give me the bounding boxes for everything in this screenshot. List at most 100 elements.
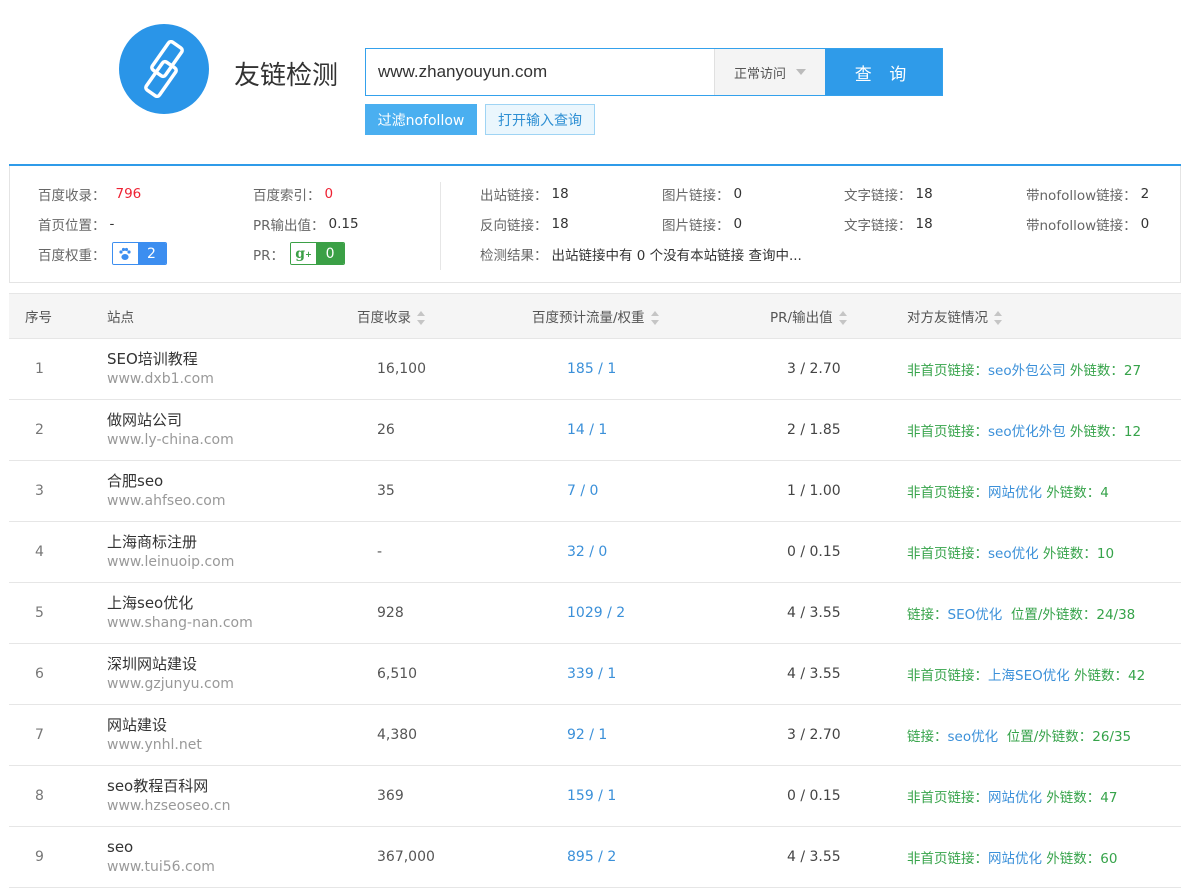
site-url[interactable]: www.tui56.com: [107, 857, 347, 877]
flow-cell[interactable]: 1029 / 2: [527, 583, 757, 644]
site-url[interactable]: www.dxb1.com: [107, 369, 347, 389]
row-index: 3: [35, 483, 44, 499]
friend-status-prefix: 非首页链接：: [907, 485, 988, 501]
site-url[interactable]: www.ly-china.com: [107, 430, 347, 450]
divider: [440, 182, 441, 270]
baidu-weight-badge[interactable]: 2: [111, 242, 167, 265]
sort-icon[interactable]: [838, 311, 847, 325]
filter-nofollow-button[interactable]: 过滤nofollow: [365, 104, 477, 135]
pr-cell: 3 / 2.70: [787, 361, 841, 377]
stat-label: 首页位置：: [38, 218, 106, 234]
site-name[interactable]: 深圳网站建设: [107, 654, 347, 674]
site-url[interactable]: www.ahfseo.com: [107, 491, 347, 511]
flow-cell[interactable]: 92 / 1: [527, 705, 757, 766]
table-row: 2 做网站公司 www.ly-china.com 26 14 / 1 2 / 1.85 非首…: [9, 400, 1181, 461]
open-input-query-button[interactable]: 打开输入查询: [485, 104, 595, 135]
stat-value: 18: [915, 216, 933, 232]
anchor-text-link[interactable]: seo优化: [948, 729, 999, 745]
site-cell: 上海商标注册 www.leinuoip.com: [107, 522, 347, 583]
friend-status-prefix: 非首页链接：: [907, 424, 988, 440]
col-pr[interactable]: PR/输出值: [757, 294, 907, 339]
friend-status-cell: 非首页链接：seo外包公司 外链数：27: [907, 339, 1181, 400]
anchor-text-link[interactable]: 网站优化: [988, 790, 1042, 806]
anchor-text-link[interactable]: seo优化外包: [988, 424, 1066, 440]
row-index: 5: [35, 605, 44, 621]
flow-cell[interactable]: 339 / 1: [527, 644, 757, 705]
sort-icon[interactable]: [417, 311, 425, 325]
anchor-text-link[interactable]: seo外包公司: [988, 363, 1066, 379]
paw-icon: [112, 243, 138, 264]
baidu-record-cell: 16,100: [377, 361, 426, 377]
chevron-down-icon: [796, 69, 806, 75]
friend-status-prefix: 非首页链接：: [907, 363, 988, 379]
flow-cell[interactable]: 14 / 1: [527, 400, 757, 461]
site-name[interactable]: 做网站公司: [107, 410, 347, 430]
google-plus-icon: g +: [291, 243, 317, 264]
link-chain-icon: [144, 40, 184, 98]
anchor-text-link[interactable]: SEO优化: [948, 607, 1003, 623]
stat-outbound: 出站链接： 18: [480, 184, 569, 204]
site-name[interactable]: 合肥seo: [107, 471, 347, 491]
flow-cell[interactable]: 32 / 0: [527, 522, 757, 583]
flow-cell[interactable]: 159 / 1: [527, 766, 757, 827]
friend-status-cell: 非首页链接：seo优化外包 外链数：12: [907, 400, 1181, 461]
stat-label: 图片链接：: [662, 188, 730, 204]
stat-baidu-index: 百度索引： 0: [253, 184, 333, 204]
col-friend-status[interactable]: 对方友链情况: [907, 294, 1181, 339]
baidu-record-cell: 26: [377, 422, 395, 438]
friend-status-cell: 非首页链接：上海SEO优化 外链数：42: [907, 644, 1181, 705]
access-mode-select[interactable]: 正常访问: [714, 49, 825, 95]
site-name[interactable]: SEO培训教程: [107, 349, 347, 369]
pr-cell: 2 / 1.85: [787, 422, 841, 438]
friend-status-count: 外链数：47: [1042, 790, 1118, 806]
table-row: 1 SEO培训教程 www.dxb1.com 16,100 185 / 1 3 / 2.7…: [9, 339, 1181, 400]
friend-status-cell: 非首页链接：seo优化 外链数：10: [907, 522, 1181, 583]
col-baidu-record[interactable]: 百度收录: [347, 294, 527, 339]
stat-reverse: 反向链接： 18: [480, 214, 569, 234]
pr-cell: 4 / 3.55: [787, 849, 841, 865]
flow-cell[interactable]: 185 / 1: [527, 339, 757, 400]
stat-value: 2: [1140, 186, 1150, 202]
site-name[interactable]: seo教程百科网: [107, 776, 347, 796]
stat-value: 18: [915, 186, 933, 202]
site-url[interactable]: www.ynhl.net: [107, 735, 347, 755]
search-input[interactable]: [366, 49, 714, 95]
sort-icon[interactable]: [650, 311, 659, 325]
flow-cell[interactable]: 895 / 2: [527, 827, 757, 888]
stat-value: 0: [733, 186, 743, 202]
stat-value: 0: [324, 186, 334, 202]
site-name[interactable]: seo: [107, 837, 347, 857]
flow-cell[interactable]: 7 / 0: [527, 461, 757, 522]
sort-icon[interactable]: [994, 311, 1002, 325]
site-cell: SEO培训教程 www.dxb1.com: [107, 339, 347, 400]
site-url[interactable]: www.leinuoip.com: [107, 552, 347, 572]
anchor-text-link[interactable]: seo优化: [988, 546, 1039, 562]
col-flow[interactable]: 百度预计流量/权重: [527, 294, 757, 339]
site-name[interactable]: 上海商标注册: [107, 532, 347, 552]
stat-label: 带nofollow链接：: [1026, 188, 1137, 204]
anchor-text-link[interactable]: 网站优化: [988, 851, 1042, 867]
site-url[interactable]: www.gzjunyu.com: [107, 674, 347, 694]
table-row: 3 合肥seo www.ahfseo.com 35 7 / 0 1 / 1.00 非首页链接…: [9, 461, 1181, 522]
stat-value: 18: [551, 216, 569, 232]
stat-value: 0: [733, 216, 743, 232]
site-cell: 上海seo优化 www.shang-nan.com: [107, 583, 347, 644]
row-index: 1: [35, 361, 44, 377]
col-label: PR/输出值: [770, 310, 833, 326]
query-button[interactable]: 查 询: [825, 49, 942, 95]
site-url[interactable]: www.shang-nan.com: [107, 613, 347, 633]
site-name[interactable]: 网站建设: [107, 715, 347, 735]
anchor-text-link[interactable]: 上海SEO优化: [988, 668, 1070, 684]
stat-value: 18: [551, 186, 569, 202]
friend-status-count: 外链数：4: [1042, 485, 1109, 501]
pr-cell: 1 / 1.00: [787, 483, 841, 499]
pr-badge[interactable]: g + 0: [290, 242, 346, 265]
baidu-record-cell: 369: [377, 788, 404, 804]
anchor-text-link[interactable]: 网站优化: [988, 485, 1042, 501]
stat-label: 百度索引：: [253, 188, 321, 204]
site-url[interactable]: www.hzseoseo.cn: [107, 796, 347, 816]
friend-status-prefix: 非首页链接：: [907, 668, 988, 684]
stat-value: 0: [1140, 216, 1150, 232]
friend-status-cell: 非首页链接：网站优化 外链数：4: [907, 461, 1181, 522]
site-name[interactable]: 上海seo优化: [107, 593, 347, 613]
